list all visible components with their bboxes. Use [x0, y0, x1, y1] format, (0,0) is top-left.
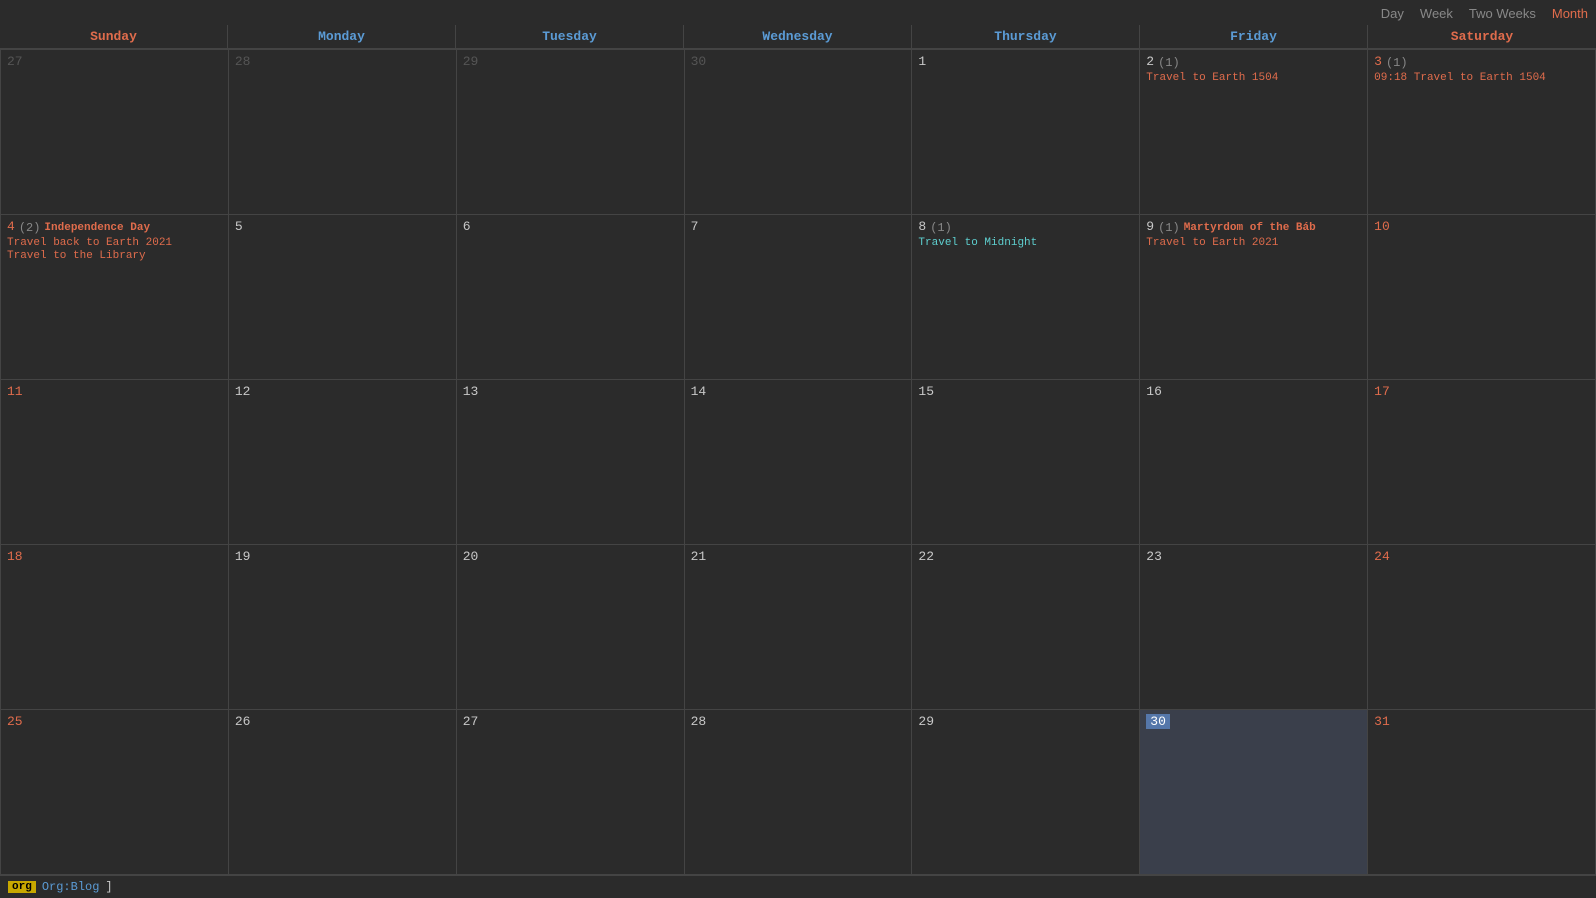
cal-cell-w0d1[interactable]: 28: [229, 50, 457, 215]
day-number: 17: [1374, 384, 1390, 399]
day-number: 30: [691, 54, 707, 69]
view-day[interactable]: Day: [1381, 6, 1404, 21]
footer-close: ]: [105, 880, 112, 894]
day-number: 29: [918, 714, 934, 729]
day-number: 10: [1374, 219, 1390, 234]
cal-cell-w4d4[interactable]: 29: [912, 710, 1140, 875]
day-number: 21: [691, 549, 707, 564]
day-number: 29: [463, 54, 479, 69]
cal-cell-w4d3[interactable]: 28: [685, 710, 913, 875]
cal-cell-w1d3[interactable]: 7: [685, 215, 913, 380]
day-header-friday: Friday: [1140, 25, 1368, 48]
day-header-tuesday: Tuesday: [456, 25, 684, 48]
day-number: 31: [1374, 714, 1390, 729]
day-number: 19: [235, 549, 251, 564]
cal-cell-w0d2[interactable]: 29: [457, 50, 685, 215]
day-number: 1: [918, 54, 926, 69]
view-week[interactable]: Week: [1420, 6, 1453, 21]
day-number: 28: [691, 714, 707, 729]
cal-cell-w1d1[interactable]: 5: [229, 215, 457, 380]
day-number: 15: [918, 384, 934, 399]
cal-cell-w2d1[interactable]: 12: [229, 380, 457, 545]
view-month[interactable]: Month: [1552, 6, 1588, 21]
day-header-sunday: Sunday: [0, 25, 228, 48]
day-number: 30: [1146, 714, 1170, 729]
day-number: 18: [7, 549, 23, 564]
view-options: Day Week Two Weeks Month: [1381, 6, 1588, 21]
cal-cell-w2d4[interactable]: 15: [912, 380, 1140, 545]
cal-cell-w0d3[interactable]: 30: [685, 50, 913, 215]
cal-cell-w3d6[interactable]: 24: [1368, 545, 1596, 710]
cal-cell-w4d1[interactable]: 26: [229, 710, 457, 875]
day-number: 5: [235, 219, 243, 234]
day-number: 27: [463, 714, 479, 729]
cal-cell-w3d4[interactable]: 22: [912, 545, 1140, 710]
day-number: 14: [691, 384, 707, 399]
cal-cell-w4d0[interactable]: 25: [1, 710, 229, 875]
day-number: 23: [1146, 549, 1162, 564]
cal-cell-w4d5[interactable]: 30: [1140, 710, 1368, 875]
nav-row: Day Week Two Weeks Month: [8, 4, 1588, 25]
cal-cell-w3d2[interactable]: 20: [457, 545, 685, 710]
cal-cell-w1d4[interactable]: 8(1)Travel to Midnight: [912, 215, 1140, 380]
view-two-weeks[interactable]: Two Weeks: [1469, 6, 1536, 21]
cal-cell-w2d5[interactable]: 16: [1140, 380, 1368, 545]
cal-cell-w1d6[interactable]: 10: [1368, 215, 1596, 380]
cal-cell-w1d2[interactable]: 6: [457, 215, 685, 380]
cal-cell-w3d0[interactable]: 18: [1, 545, 229, 710]
cal-cell-w2d2[interactable]: 13: [457, 380, 685, 545]
day-number: 26: [235, 714, 251, 729]
day-header-thursday: Thursday: [912, 25, 1140, 48]
day-header-monday: Monday: [228, 25, 456, 48]
day-number: 11: [7, 384, 23, 399]
day-number: 16: [1146, 384, 1162, 399]
day-number: 6: [463, 219, 471, 234]
cal-cell-w4d2[interactable]: 27: [457, 710, 685, 875]
cal-cell-w2d6[interactable]: 17: [1368, 380, 1596, 545]
day-headers: SundayMondayTuesdayWednesdayThursdayFrid…: [0, 25, 1596, 49]
header: Day Week Two Weeks Month: [0, 0, 1596, 25]
footer-link[interactable]: Org:Blog: [42, 880, 100, 894]
footer-tag: org: [8, 881, 36, 893]
day-header-saturday: Saturday: [1368, 25, 1596, 48]
cal-cell-w0d6[interactable]: 3(1)09:18 Travel to Earth 1504: [1368, 50, 1596, 215]
day-number: 27: [7, 54, 23, 69]
cal-cell-w0d4[interactable]: 1: [912, 50, 1140, 215]
cal-cell-w3d5[interactable]: 23: [1140, 545, 1368, 710]
day-number: 20: [463, 549, 479, 564]
cal-cell-w3d1[interactable]: 19: [229, 545, 457, 710]
cal-cell-w0d0[interactable]: 27: [1, 50, 229, 215]
cal-cell-w2d0[interactable]: 11: [1, 380, 229, 545]
day-number: 25: [7, 714, 23, 729]
cal-cell-w4d6[interactable]: 31: [1368, 710, 1596, 875]
cal-cell-w2d3[interactable]: 14: [685, 380, 913, 545]
day-number: 13: [463, 384, 479, 399]
day-number: 24: [1374, 549, 1390, 564]
cal-cell-w1d0[interactable]: 4(2)Independence DayTravel back to Earth…: [1, 215, 229, 380]
cal-cell-w3d3[interactable]: 21: [685, 545, 913, 710]
footer: org Org:Blog ]: [0, 875, 1596, 898]
day-number: 22: [918, 549, 934, 564]
calendar-grid: 27 28 29 30 1 2(1)Travel to Earth 15043(1)09:…: [0, 49, 1596, 875]
cal-cell-w0d5[interactable]: 2(1)Travel to Earth 1504: [1140, 50, 1368, 215]
day-header-wednesday: Wednesday: [684, 25, 912, 48]
cal-cell-w1d5[interactable]: 9(1)Martyrdom of the BábTravel to Earth …: [1140, 215, 1368, 380]
day-number: 7: [691, 219, 699, 234]
day-number: 28: [235, 54, 251, 69]
day-number: 12: [235, 384, 251, 399]
